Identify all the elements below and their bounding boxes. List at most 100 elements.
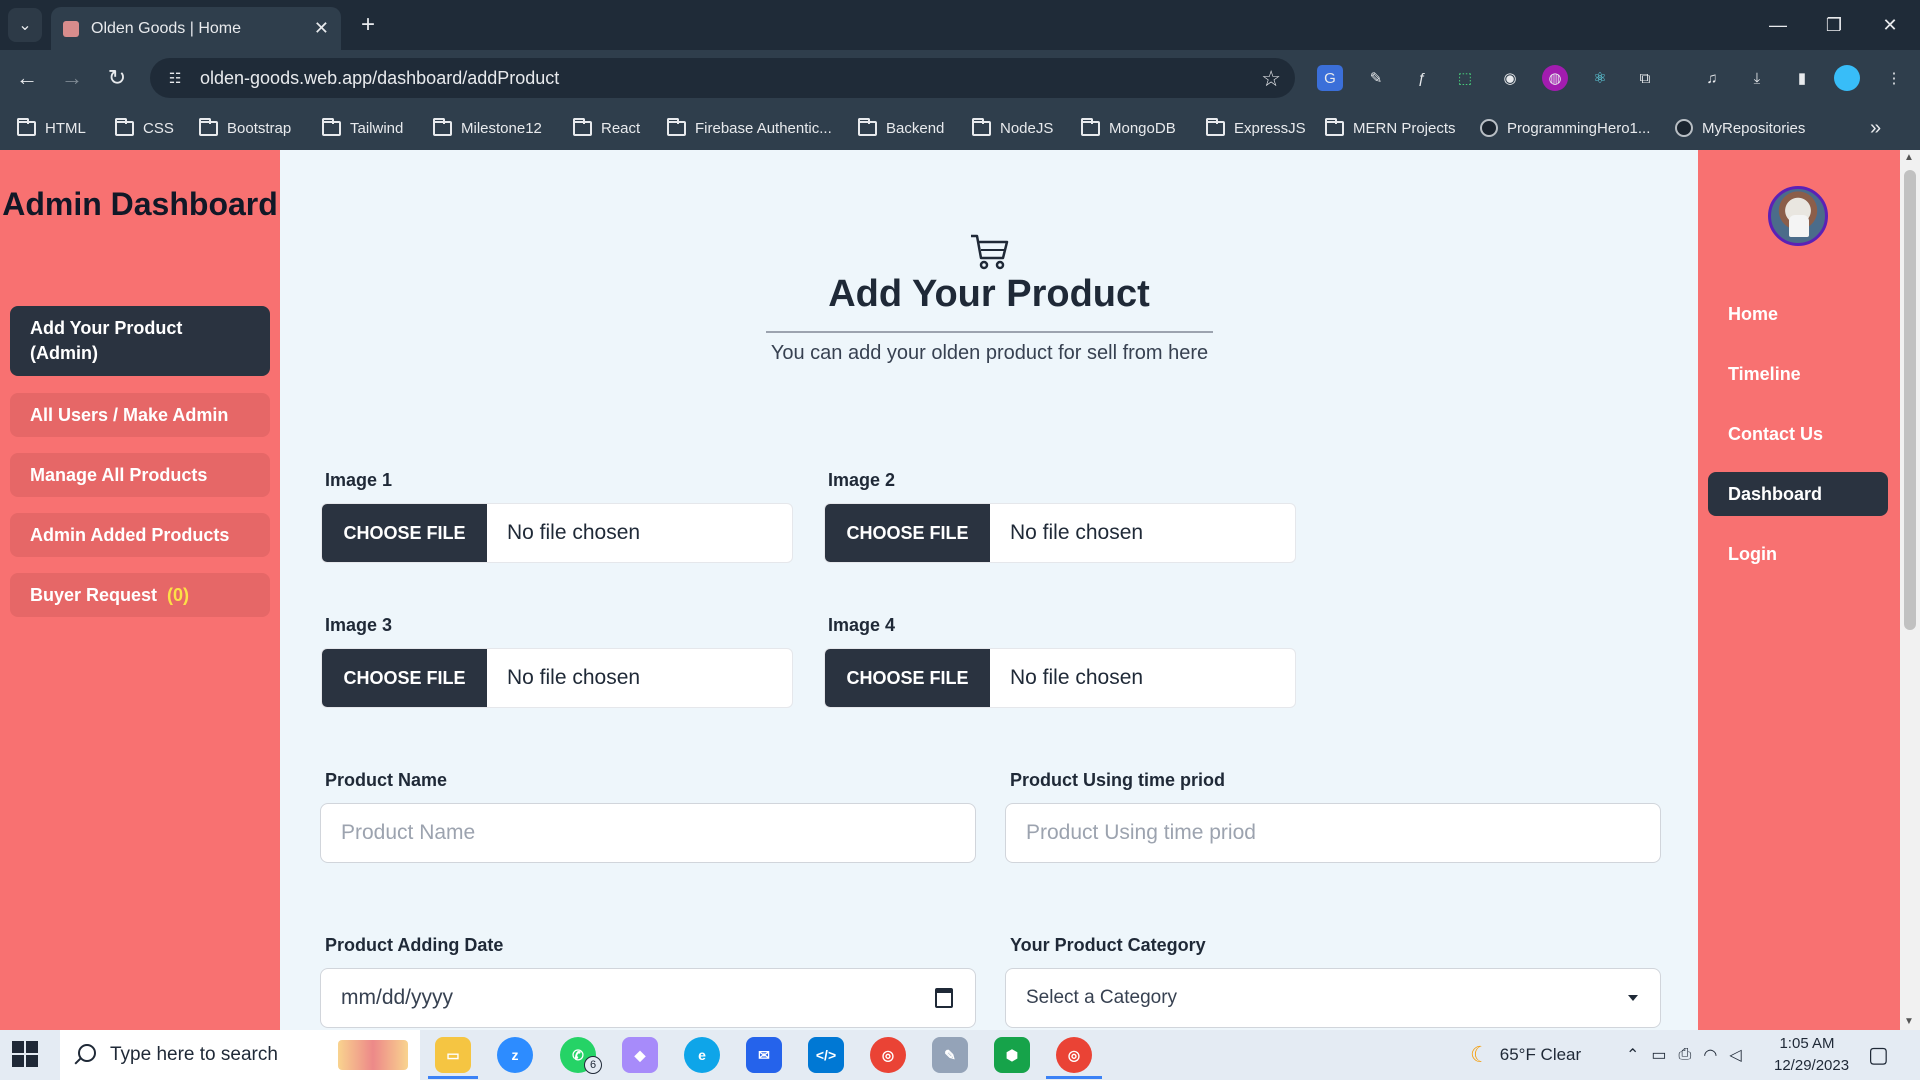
address-bar[interactable]: ☷ olden-goods.web.app/dashboard/addProdu… bbox=[150, 58, 1295, 98]
side-panel-icon[interactable]: ▮ bbox=[1789, 65, 1815, 91]
weather-widget[interactable]: ☾ 65°F Clear bbox=[1470, 1030, 1581, 1080]
image-4-file-input[interactable]: CHOOSE FILE No file chosen bbox=[824, 648, 1296, 708]
edge-icon[interactable]: e bbox=[684, 1037, 720, 1073]
browser-menu-icon[interactable]: ⋮ bbox=[1881, 65, 1907, 91]
new-tab-button[interactable]: + bbox=[352, 9, 384, 41]
mail-icon[interactable]: ✉ bbox=[746, 1037, 782, 1073]
adding-date-input[interactable]: mm/dd/yyyy bbox=[320, 968, 976, 1028]
page-scrollbar[interactable]: ▲ ▼ bbox=[1900, 150, 1920, 1030]
minimize-icon[interactable]: — bbox=[1750, 0, 1806, 50]
calendar-icon[interactable] bbox=[935, 988, 953, 1008]
bookmark-folder[interactable]: MERN Projects bbox=[1325, 106, 1456, 150]
sidebar-item-admin-added-products[interactable]: Admin Added Products bbox=[10, 513, 270, 557]
choose-file-button[interactable]: CHOOSE FILE bbox=[825, 649, 990, 707]
chrome-icon[interactable]: ◎ bbox=[870, 1037, 906, 1073]
bookmark-folder[interactable]: CSS bbox=[115, 106, 174, 150]
folder-icon bbox=[667, 117, 686, 136]
bookmark-folder[interactable]: Firebase Authentic... bbox=[667, 106, 832, 150]
bookmark-folder[interactable]: Tailwind bbox=[322, 106, 403, 150]
using-time-input[interactable] bbox=[1005, 803, 1661, 863]
vpn-extension-icon[interactable]: ◍ bbox=[1542, 65, 1568, 91]
active-tab[interactable]: Olden Goods | Home ✕ bbox=[51, 7, 341, 50]
sidebar-item-buyer-request[interactable]: Buyer Request (0) bbox=[10, 573, 270, 617]
profile-icon[interactable] bbox=[1834, 65, 1860, 91]
translate-extension-icon[interactable]: G bbox=[1317, 65, 1343, 91]
bookmark-folder[interactable]: Backend bbox=[858, 106, 944, 150]
bookmark-folder[interactable]: Bootstrap bbox=[199, 106, 291, 150]
chevron-up-icon[interactable]: ⌃ bbox=[1626, 1045, 1651, 1065]
category-label: Your Product Category bbox=[1010, 935, 1206, 955]
nav-dashboard-link[interactable]: Dashboard bbox=[1708, 472, 1888, 516]
notepad-icon[interactable]: ✎ bbox=[932, 1037, 968, 1073]
site-favicon-icon bbox=[63, 20, 79, 37]
chevron-down-icon bbox=[1628, 995, 1638, 1001]
page-viewport: Admin Dashboard Add Your Product (Admin)… bbox=[0, 150, 1920, 1030]
device-icon[interactable]: ⎙ bbox=[1679, 1046, 1704, 1064]
github-icon bbox=[1675, 119, 1693, 137]
image-1-file-input[interactable]: CHOOSE FILE No file chosen bbox=[321, 503, 793, 563]
vscode-icon[interactable]: </> bbox=[808, 1037, 844, 1073]
volume-icon[interactable]: ◁ bbox=[1729, 1045, 1753, 1065]
scrollbar-thumb[interactable] bbox=[1904, 170, 1916, 630]
category-select[interactable]: Select a Category bbox=[1005, 968, 1661, 1028]
tab-title: Olden Goods | Home bbox=[91, 19, 242, 37]
react-devtools-icon[interactable]: ⚛ bbox=[1587, 65, 1613, 91]
bookmark-link[interactable]: ProgrammingHero1... bbox=[1480, 106, 1650, 150]
forward-icon[interactable]: → bbox=[54, 60, 90, 96]
figma-style-app-icon[interactable]: ◆ bbox=[622, 1037, 658, 1073]
download-icon[interactable]: ⤓ bbox=[1744, 65, 1770, 91]
nav-login-link[interactable]: Login bbox=[1708, 532, 1888, 576]
tab-search-button[interactable]: ⌄ bbox=[8, 8, 42, 42]
windows-start-icon[interactable] bbox=[12, 1041, 40, 1069]
nav-contact-link[interactable]: Contact Us bbox=[1708, 412, 1888, 456]
sidebar-item-manage-products[interactable]: Manage All Products bbox=[10, 453, 270, 497]
restore-icon[interactable]: ❐ bbox=[1806, 0, 1862, 50]
bookmark-folder[interactable]: NodeJS bbox=[972, 106, 1053, 150]
eyedropper-extension-icon[interactable]: ✎ bbox=[1363, 65, 1389, 91]
date-placeholder: mm/dd/yyyy bbox=[341, 986, 454, 1009]
choose-file-button[interactable]: CHOOSE FILE bbox=[825, 504, 990, 562]
screenshot-extension-icon[interactable]: ⬚ bbox=[1452, 65, 1478, 91]
system-tray-icons[interactable]: ⌃ ▭ ⎙ ◠ ◁ bbox=[1626, 1030, 1754, 1080]
extensions-puzzle-icon[interactable]: ⧉ bbox=[1632, 65, 1658, 91]
file-explorer-icon[interactable]: ▭ bbox=[435, 1037, 471, 1073]
site-info-icon[interactable]: ☷ bbox=[164, 67, 186, 89]
camera-extension-icon[interactable]: ◉ bbox=[1497, 65, 1523, 91]
notifications-icon[interactable]: ▢ bbox=[1868, 1030, 1889, 1080]
wifi-icon[interactable]: ◠ bbox=[1703, 1045, 1729, 1065]
taskbar-search-box[interactable]: Type here to search bbox=[60, 1030, 420, 1080]
sidebar-item-all-users[interactable]: All Users / Make Admin bbox=[10, 393, 270, 437]
choose-file-button[interactable]: CHOOSE FILE bbox=[322, 504, 487, 562]
bookmark-star-icon[interactable]: ☆ bbox=[1261, 66, 1281, 92]
bookmarks-overflow-icon[interactable]: » bbox=[1870, 106, 1881, 150]
url-text: olden-goods.web.app/dashboard/addProduct bbox=[200, 67, 560, 88]
battery-icon[interactable]: ▭ bbox=[1651, 1045, 1678, 1065]
close-window-icon[interactable]: ✕ bbox=[1862, 0, 1918, 50]
image-2-file-input[interactable]: CHOOSE FILE No file chosen bbox=[824, 503, 1296, 563]
bookmark-folder[interactable]: MongoDB bbox=[1081, 106, 1176, 150]
user-avatar[interactable] bbox=[1768, 186, 1828, 246]
bookmark-folder[interactable]: React bbox=[573, 106, 640, 150]
back-icon[interactable]: ← bbox=[9, 60, 45, 96]
taskbar-clock[interactable]: 1:05 AM 12/29/2023 bbox=[1774, 1033, 1849, 1077]
bookmark-link[interactable]: MyRepositories bbox=[1675, 106, 1805, 150]
scroll-up-icon[interactable]: ▲ bbox=[1904, 152, 1914, 163]
tab-close-icon[interactable]: ✕ bbox=[314, 18, 329, 39]
media-control-icon[interactable]: ♫ bbox=[1699, 65, 1725, 91]
bookmark-folder[interactable]: Milestone12 bbox=[433, 106, 542, 150]
scroll-down-icon[interactable]: ▼ bbox=[1904, 1016, 1914, 1027]
formula-extension-icon[interactable]: ƒ bbox=[1409, 65, 1435, 91]
zoom-icon[interactable]: z bbox=[497, 1037, 533, 1073]
image-3-file-input[interactable]: CHOOSE FILE No file chosen bbox=[321, 648, 793, 708]
nav-home-link[interactable]: Home bbox=[1708, 292, 1888, 336]
folder-icon bbox=[972, 117, 991, 136]
chrome-active-icon[interactable]: ◎ bbox=[1056, 1037, 1092, 1073]
bookmark-folder[interactable]: HTML bbox=[17, 106, 86, 150]
choose-file-button[interactable]: CHOOSE FILE bbox=[322, 649, 487, 707]
reload-icon[interactable]: ↻ bbox=[99, 60, 135, 96]
bookmark-folder[interactable]: ExpressJS bbox=[1206, 106, 1306, 150]
sidebar-item-add-product[interactable]: Add Your Product (Admin) bbox=[10, 306, 270, 376]
product-name-input[interactable] bbox=[320, 803, 976, 863]
nav-timeline-link[interactable]: Timeline bbox=[1708, 352, 1888, 396]
nodejs-icon[interactable]: ⬢ bbox=[994, 1037, 1030, 1073]
